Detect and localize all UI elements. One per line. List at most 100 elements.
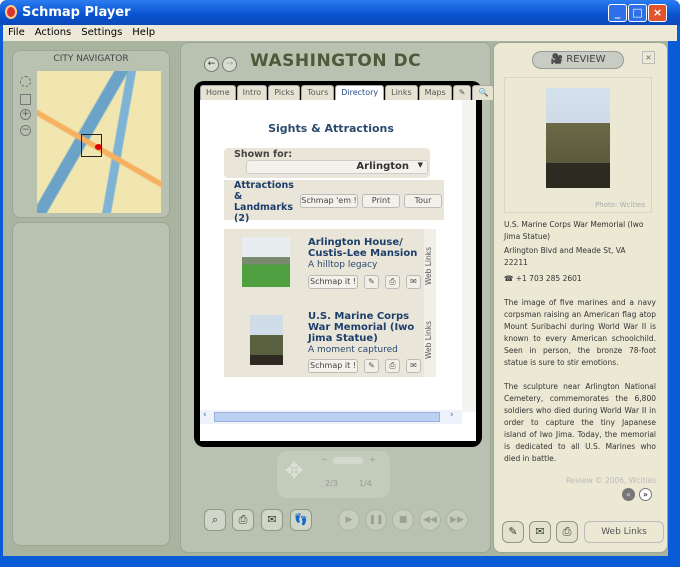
directory-screen: Sights & Attractions Shown for: Arlingto… (200, 100, 476, 441)
menu-bar: File Actions Settings Help (3, 25, 677, 41)
scroll-left-icon[interactable]: ‹ (203, 410, 207, 420)
email-button-large[interactable]: ✉ (261, 509, 283, 531)
web-links-button[interactable]: Web Links (584, 521, 664, 543)
client-area: CITY NAVIGATOR + − ← → WASHINGTON DC Hom… (3, 41, 668, 556)
page-title: WASHINGTON DC (250, 51, 422, 71)
review-copyright: Review © 2006, Wcities (565, 476, 656, 485)
category-title: Attractions & Landmarks (2) (234, 180, 294, 224)
tab-maps[interactable]: Maps (418, 85, 452, 100)
close-button[interactable]: × (648, 4, 667, 22)
review-paragraph-2: The sculpture near Arlington National Ce… (504, 382, 656, 463)
tab-picks[interactable]: Picks (268, 85, 301, 100)
web-links-tab[interactable]: Web Links (424, 303, 436, 377)
back-button[interactable]: ← (204, 57, 219, 72)
print-button[interactable]: Print (362, 194, 400, 208)
pause-button[interactable]: ❚❚ (365, 509, 387, 531)
section-title: Sights & Attractions (268, 122, 394, 135)
city-navigator: CITY NAVIGATOR + − (12, 50, 170, 218)
email-icon[interactable]: ✉ (406, 275, 421, 289)
location-select[interactable]: Arlington ▼ (246, 160, 428, 174)
zoom-plus-button[interactable]: + (369, 455, 376, 464)
review-button[interactable]: 🎥 REVIEW (532, 51, 624, 69)
fast-forward-button[interactable]: ▶▶ (446, 509, 468, 531)
city-map[interactable] (37, 71, 161, 213)
photo-credit: Photo: Wcities (595, 201, 645, 209)
page-indicator[interactable]: 1/4 (359, 479, 372, 488)
shown-for-box: Shown for: Arlington ▼ (224, 148, 430, 178)
tab-directory[interactable]: Directory (335, 85, 385, 100)
forward-button[interactable]: → (222, 57, 237, 72)
close-review-icon[interactable]: × (642, 51, 655, 64)
list-item[interactable]: Arlington House/ Custis-Lee Mansion A hil… (224, 229, 436, 303)
vertical-scrollbar[interactable] (462, 100, 476, 412)
print-icon[interactable]: ⎙ (385, 359, 400, 373)
zoom-slider[interactable] (333, 457, 363, 464)
item-subtitle: A hilltop legacy (308, 260, 378, 270)
print-button-large[interactable]: ⎙ (232, 509, 254, 531)
menu-help[interactable]: Help (127, 25, 160, 38)
schmap-it-button[interactable]: Schmap it ! (308, 275, 358, 289)
left-lower-panel (12, 222, 170, 546)
schmap-it-button[interactable]: Schmap it ! (308, 359, 358, 373)
tab-bar: Home Intro Picks Tours Directory Links M… (200, 85, 495, 100)
app-icon (5, 5, 17, 19)
schmap-em-button[interactable]: Schmap 'em ! (300, 194, 358, 208)
chevron-down-icon: ▼ (417, 161, 423, 169)
footsteps-button[interactable]: 👣 (290, 509, 312, 531)
angle-button[interactable]: 2/3 (325, 479, 338, 488)
scrollbar-thumb[interactable] (214, 412, 440, 422)
device-frame: Home Intro Picks Tours Directory Links M… (194, 81, 495, 447)
directory-content: Sights & Attractions Shown for: Arlingto… (200, 100, 462, 412)
menu-actions[interactable]: Actions (30, 25, 77, 38)
play-button[interactable]: ▶ (338, 509, 360, 531)
print-icon[interactable]: ⎙ (385, 275, 400, 289)
zoom-out-icon[interactable]: − (20, 125, 31, 136)
tab-home[interactable]: Home (200, 85, 236, 100)
title-bar: Schmap Player _ □ × (0, 0, 680, 25)
previous-review-icon[interactable]: « (622, 488, 635, 501)
map-location-marker (95, 144, 102, 150)
menu-file[interactable]: File (3, 25, 30, 38)
tab-intro[interactable]: Intro (236, 85, 268, 100)
zoom-minus-button[interactable]: − (321, 455, 328, 464)
tag-button[interactable]: ✎ (502, 521, 524, 543)
window-title: Schmap Player (22, 5, 131, 20)
email-button[interactable]: ✉ (529, 521, 551, 543)
email-icon[interactable]: ✉ (406, 359, 421, 373)
scroll-right-icon[interactable]: › (450, 410, 454, 420)
minimize-button[interactable]: _ (608, 4, 627, 22)
item-title[interactable]: U.S. Marine Corps War Memorial (Iwo Jima… (308, 311, 428, 356)
horizontal-scrollbar[interactable]: ‹ › (200, 410, 462, 424)
shown-for-label: Shown for: (234, 149, 293, 160)
rewind-button[interactable]: ◀◀ (419, 509, 441, 531)
tag-icon[interactable]: ✎ (364, 359, 379, 373)
arlington-house-photo (242, 237, 290, 287)
search-button[interactable]: ⌕ (204, 509, 226, 531)
review-paragraph-1: The image of five marines and a navy cor… (504, 298, 656, 367)
item-subtitle: A moment captured (308, 345, 398, 355)
direction-pad-icon[interactable]: ✥ (285, 459, 303, 484)
tab-search-icon[interactable]: 🔍 (472, 85, 495, 100)
tab-tag-icon[interactable]: ✎ (452, 85, 472, 100)
place-name: U.S. Marine Corps War Memorial (Iwo Jima… (504, 220, 644, 241)
menu-settings[interactable]: Settings (76, 25, 127, 38)
stop-button[interactable]: ■ (392, 509, 414, 531)
pan-icon[interactable] (20, 76, 31, 87)
tag-icon[interactable]: ✎ (364, 275, 379, 289)
zoom-in-icon[interactable]: + (20, 109, 31, 120)
select-area-icon[interactable] (20, 94, 31, 105)
item-title[interactable]: Arlington House/ Custis-Lee Mansion A hil… (308, 237, 428, 271)
next-review-icon[interactable]: » (639, 488, 652, 501)
app-window: Schmap Player _ □ × File Actions Settings H… (0, 0, 680, 567)
tour-button[interactable]: Tour (404, 194, 442, 208)
web-links-tab[interactable]: Web Links (424, 229, 436, 303)
tab-links[interactable]: Links (385, 85, 418, 100)
print-button-review[interactable]: ⎙ (556, 521, 578, 543)
review-panel: 🎥 REVIEW × Photo: Wcities U.S. Marine Co… (493, 42, 668, 553)
tab-tours[interactable]: Tours (301, 85, 335, 100)
list-item[interactable]: U.S. Marine Corps War Memorial (Iwo Jima… (224, 303, 436, 377)
memorial-photo (546, 88, 610, 188)
place-address: Arlington Blvd and Meade St, VA 22211 (504, 246, 626, 267)
maximize-button[interactable]: □ (628, 4, 647, 22)
phone-number: +1 703 285 2601 (515, 274, 582, 283)
